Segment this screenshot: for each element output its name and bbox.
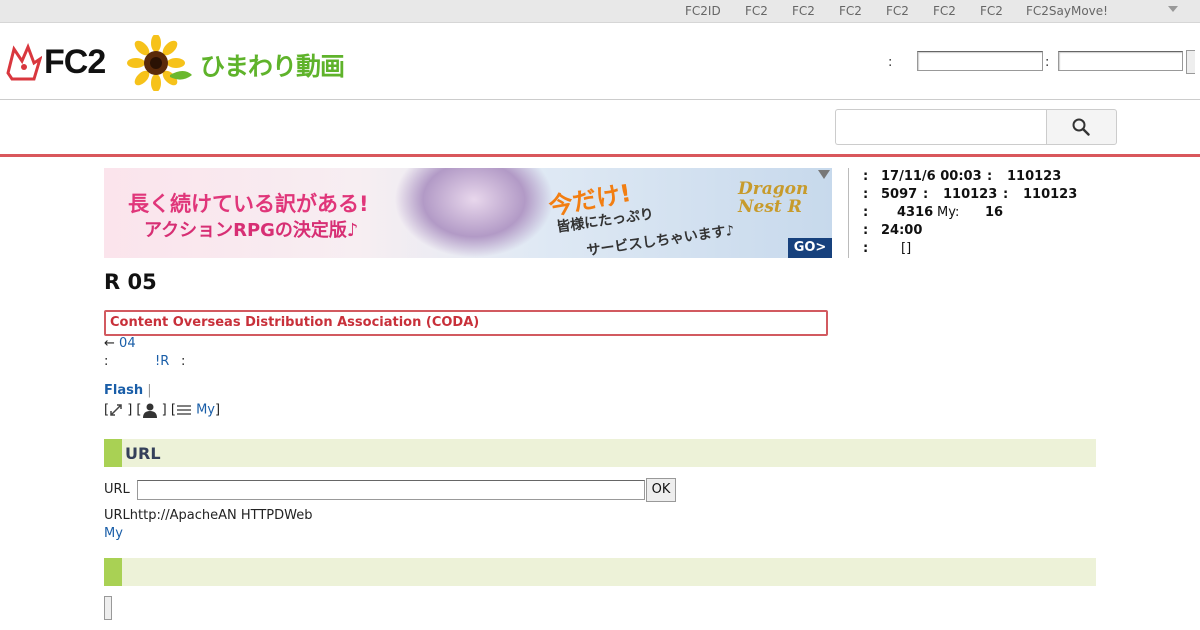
banner-headline: 長く続けている訳がある! (128, 192, 369, 216)
small-button[interactable] (104, 596, 112, 620)
chevron-down-icon[interactable] (1168, 6, 1178, 12)
meta-label-1: : (104, 354, 109, 369)
prev-episode-nav: ← 04 (104, 336, 136, 351)
topnav-fc2id[interactable]: FC2ID (685, 4, 721, 18)
banner-brand-logo: Dragon Nest R (738, 179, 809, 217)
section-accent-bar (104, 558, 122, 586)
banner-character-image (394, 168, 554, 258)
logo-fc2-text: FC2 (44, 43, 106, 81)
expand-icon[interactable] (109, 403, 123, 417)
topnav-fc2-1[interactable]: FC2 (745, 4, 768, 18)
search-icon (1072, 118, 1090, 136)
ad-choices-icon[interactable] (818, 170, 830, 179)
logo-himawari-text: ひまわり動画 (200, 52, 345, 81)
sunflower-icon (127, 35, 192, 91)
player-type-line: Flash | (104, 383, 152, 398)
url-section-title: URL (125, 444, 161, 463)
topnav-fc2saymove[interactable]: FC2SayMove! (1026, 4, 1108, 18)
login-id-input[interactable] (917, 51, 1043, 71)
url-ok-button[interactable]: OK (646, 478, 676, 502)
top-nav: FC2ID FC2 FC2 FC2 FC2 FC2 FC2 FC2SayMove… (0, 0, 1200, 23)
search-button[interactable] (1046, 109, 1117, 145)
coda-notice[interactable]: Content Overseas Distribution Associatio… (104, 310, 828, 336)
topnav-fc2-3[interactable]: FC2 (839, 4, 862, 18)
flash-link[interactable]: Flash (104, 383, 143, 398)
url-description: URLhttp://ApacheAN HTTPDWeb (104, 508, 313, 523)
topnav-fc2-6[interactable]: FC2 (980, 4, 1003, 18)
url-input-label: URL (104, 482, 130, 497)
meta-label-2: : (181, 354, 186, 369)
user-icon[interactable] (142, 402, 158, 418)
flash-separator: | (147, 383, 152, 398)
login-label-2: : (1045, 55, 1050, 70)
my-link[interactable]: My (104, 526, 123, 541)
url-section-header: URL (104, 439, 1096, 467)
login-password-input[interactable] (1058, 51, 1183, 71)
url-input[interactable] (137, 480, 645, 500)
ad-banner[interactable]: 長く続けている訳がある! アクションRPGの決定版♪ 今だけ! 皆様にたっぷり … (104, 168, 832, 258)
topnav-fc2-2[interactable]: FC2 (792, 4, 815, 18)
meta-line: : !R : (104, 354, 185, 369)
search-input[interactable] (835, 109, 1046, 145)
banner-subheadline: アクションRPGの決定版♪ (144, 220, 359, 241)
video-info-panel: : 17/11/6 00:03 : 110123 : 5097 : 110123… (848, 168, 1099, 258)
prev-arrow-icon: ← (104, 336, 115, 351)
login-label-1: : (888, 55, 893, 70)
meta-category-link[interactable]: !R (155, 354, 169, 369)
second-section-header (104, 558, 1096, 586)
my-list-link[interactable]: My (196, 403, 215, 418)
video-tools: [ ] [ ] [ My] (104, 402, 221, 418)
topnav-fc2-4[interactable]: FC2 (886, 4, 909, 18)
search-bar (0, 100, 1200, 157)
fc2-mascot-icon (6, 43, 42, 81)
banner-go-button[interactable]: GO> (788, 238, 832, 258)
login-button[interactable] (1186, 50, 1195, 74)
site-logo[interactable]: FC2 ひまわり動画 (4, 35, 364, 91)
section-accent-bar (104, 439, 122, 467)
coda-notice-text: Content Overseas Distribution Associatio… (110, 315, 480, 330)
list-icon[interactable] (176, 403, 192, 417)
topnav-fc2-5[interactable]: FC2 (933, 4, 956, 18)
page-title: R 05 (104, 270, 157, 294)
site-header: FC2 ひまわり動画 : : (0, 23, 1200, 100)
prev-episode-link[interactable]: 04 (119, 336, 136, 351)
